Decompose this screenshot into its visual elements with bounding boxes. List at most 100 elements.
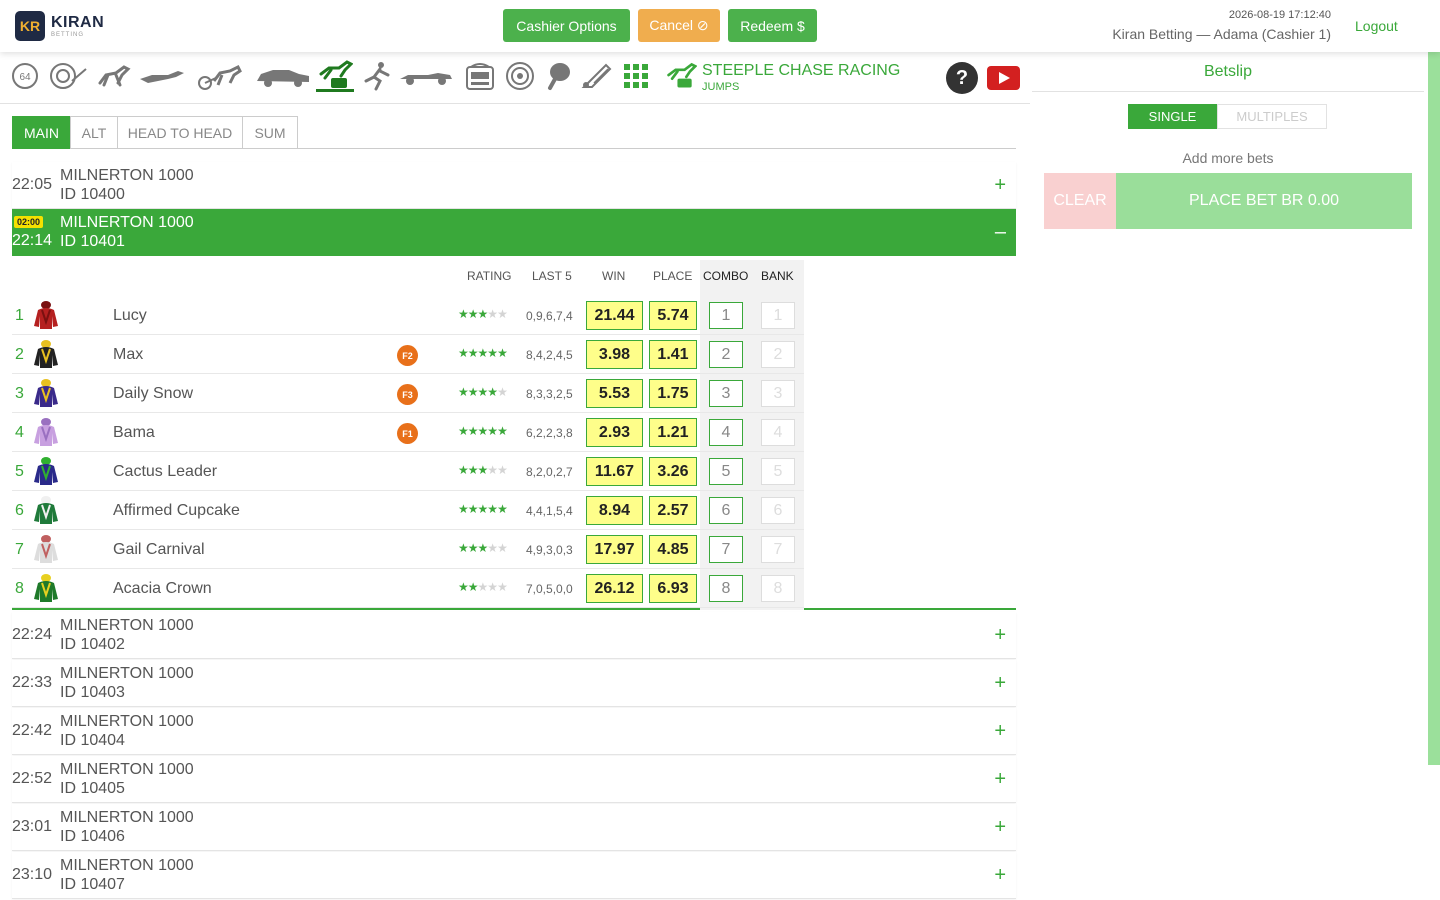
countdown-badge: 02:00: [14, 216, 44, 228]
motor-racing-icon[interactable]: [255, 60, 311, 92]
bank-select-button[interactable]: 7: [761, 536, 795, 563]
win-odds-button[interactable]: 8.94: [586, 496, 643, 525]
harness-racing-icon[interactable]: [196, 60, 244, 92]
combo-select-button[interactable]: 6: [709, 497, 743, 524]
roulette-icon[interactable]: [505, 60, 535, 92]
win-odds-button[interactable]: 2.93: [586, 418, 643, 447]
combo-select-button[interactable]: 4: [709, 419, 743, 446]
expand-icon[interactable]: +: [994, 864, 1006, 887]
star-icon: ★: [467, 541, 479, 555]
win-odds-button[interactable]: 3.98: [586, 340, 643, 369]
tab-head-to-head[interactable]: HEAD TO HEAD: [117, 116, 243, 149]
race-row-expanded[interactable]: 02:00 22:14 MILNERTON 1000 ID 10401 –: [12, 209, 1016, 256]
win-odds-button[interactable]: 5.53: [586, 379, 643, 408]
dog-racing-icon[interactable]: [138, 60, 186, 92]
runner-number: 1: [15, 307, 24, 324]
steeple-chase-icon[interactable]: [316, 59, 354, 92]
combo-select-button[interactable]: 1: [709, 302, 743, 329]
grid-icon[interactable]: [622, 60, 650, 92]
star-icon: ★: [458, 385, 469, 399]
place-odds-button[interactable]: 2.57: [649, 496, 697, 525]
race-row[interactable]: 23:01 MILNERTON 1000 ID 10406 +: [12, 804, 1016, 851]
scrollbar[interactable]: [1428, 52, 1440, 765]
star-icon: ★: [477, 580, 489, 594]
logout-link[interactable]: Logout: [1355, 18, 1398, 34]
keno-64-icon[interactable]: 64: [10, 60, 40, 92]
help-icon[interactable]: ?: [946, 62, 978, 94]
tab-sum[interactable]: SUM: [242, 116, 298, 149]
f1-racing-icon[interactable]: [398, 60, 454, 92]
place-odds-button[interactable]: 1.75: [649, 379, 697, 408]
redeem-button[interactable]: Redeem $: [728, 9, 817, 42]
horse-racing-icon[interactable]: [96, 60, 132, 92]
race-name: MILNERTON 1000: [60, 761, 194, 778]
star-icon: ★: [497, 502, 508, 516]
race-row[interactable]: 22:33 MILNERTON 1000 ID 10403 +: [12, 660, 1016, 707]
runner-row: 2 Max F2 ★★★★★ 8,4,2,4,5 3.98 1.41 2 2: [12, 335, 1016, 374]
expand-icon[interactable]: +: [994, 174, 1006, 197]
combo-select-button[interactable]: 8: [709, 575, 743, 602]
collapse-icon[interactable]: –: [995, 221, 1006, 244]
race-row[interactable]: 23:10 MILNERTON 1000 ID 10407 +: [12, 852, 1016, 899]
star-icon: ★: [467, 307, 479, 321]
sport-subtitle: JUMPS: [702, 81, 740, 93]
place-bet-button[interactable]: PLACE BET BR 0.00: [1116, 173, 1412, 229]
expand-icon[interactable]: +: [994, 720, 1006, 743]
bank-select-button[interactable]: 6: [761, 497, 795, 524]
race-row[interactable]: 22:24 MILNERTON 1000 ID 10402 +: [12, 612, 1016, 659]
expand-icon[interactable]: +: [994, 816, 1006, 839]
star-icon: ★: [497, 580, 508, 594]
place-odds-button[interactable]: 4.85: [649, 535, 697, 564]
video-play-icon[interactable]: [987, 66, 1020, 90]
win-odds-button[interactable]: 11.67: [586, 457, 643, 486]
race-id: ID 10403: [60, 684, 125, 701]
win-odds-button[interactable]: 21.44: [586, 301, 643, 330]
place-odds-button[interactable]: 1.21: [649, 418, 697, 447]
combo-select-button[interactable]: 3: [709, 380, 743, 407]
tab-alt[interactable]: ALT: [70, 116, 118, 149]
star-icon: ★: [487, 385, 498, 399]
expand-icon[interactable]: +: [994, 624, 1006, 647]
race-name: MILNERTON 1000: [60, 713, 194, 730]
clear-button[interactable]: CLEAR: [1044, 173, 1116, 229]
race-row[interactable]: 22:42 MILNERTON 1000 ID 10404 +: [12, 708, 1016, 755]
place-odds-button[interactable]: 1.41: [649, 340, 697, 369]
add-more-bets-text: Add more bets: [1182, 150, 1274, 166]
bank-select-button[interactable]: 8: [761, 575, 795, 602]
star-icon: ★: [487, 580, 498, 594]
race-row[interactable]: 22:05 MILNERTON 1000 ID 10400 +: [12, 162, 1016, 209]
tab-multiples[interactable]: MULTIPLES: [1217, 104, 1327, 129]
runner-name: Gail Carnival: [113, 541, 205, 558]
speed-skating-icon[interactable]: [362, 60, 392, 92]
bank-select-button[interactable]: 3: [761, 380, 795, 407]
betslip-title: Betslip: [1203, 63, 1253, 80]
runner-row: 3 Daily Snow F3 ★★★★★ 8,3,3,2,5 5.53 1.75 3 3: [12, 374, 1016, 413]
win-odds-button[interactable]: 17.97: [586, 535, 643, 564]
combo-select-button[interactable]: 7: [709, 536, 743, 563]
brand-name: KIRAN: [51, 13, 105, 31]
race-row[interactable]: 22:52 MILNERTON 1000 ID 10405 +: [12, 756, 1016, 803]
bank-select-button[interactable]: 1: [761, 302, 795, 329]
combo-select-button[interactable]: 2: [709, 341, 743, 368]
spin-wheel-icon[interactable]: [47, 60, 89, 92]
tab-main[interactable]: MAIN: [12, 116, 71, 149]
place-odds-button[interactable]: 5.74: [649, 301, 697, 330]
expand-icon[interactable]: +: [994, 672, 1006, 695]
cashier-options-button[interactable]: Cashier Options: [503, 9, 630, 42]
runner-name: Daily Snow: [113, 385, 194, 402]
brand-logo[interactable]: KR KIRAN BETTING: [15, 11, 104, 41]
win-odds-button[interactable]: 26.12: [586, 574, 643, 603]
place-odds-button[interactable]: 6.93: [649, 574, 697, 603]
cancel-button[interactable]: Cancel ⊘: [638, 9, 720, 42]
slot-machine-icon[interactable]: [464, 60, 496, 92]
tab-single[interactable]: SINGLE: [1128, 104, 1217, 129]
bank-select-button[interactable]: 2: [761, 341, 795, 368]
bank-select-button[interactable]: 4: [761, 419, 795, 446]
combo-select-button[interactable]: 5: [709, 458, 743, 485]
place-odds-button[interactable]: 3.26: [649, 457, 697, 486]
expand-icon[interactable]: +: [994, 768, 1006, 791]
table-tennis-icon[interactable]: [546, 60, 572, 92]
badminton-icon[interactable]: [580, 60, 612, 92]
bank-select-button[interactable]: 5: [761, 458, 795, 485]
user-info: Kiran Betting — Adama (Cashier 1): [1112, 26, 1331, 42]
